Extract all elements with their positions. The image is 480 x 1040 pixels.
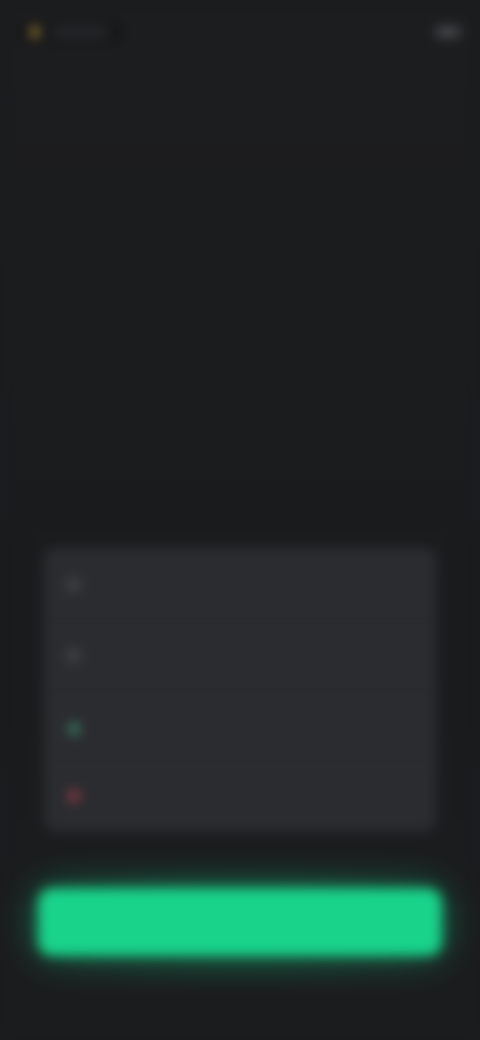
screen: ◎ ◎ ▲ ▼	[0, 0, 480, 1040]
header	[20, 10, 460, 54]
summary-row: ◎	[44, 619, 436, 690]
up-icon: ▲	[67, 715, 81, 735]
brand-name	[50, 27, 110, 37]
brand[interactable]	[20, 23, 120, 41]
summary-row: ◎	[44, 548, 436, 619]
summary-card: ◎ ◎ ▲ ▼	[44, 548, 436, 832]
info-icon: ◎	[67, 573, 81, 593]
logo-icon	[30, 27, 40, 37]
down-icon: ▼	[67, 787, 81, 806]
summary-row: ▼	[44, 761, 436, 832]
summary-row: ▲	[44, 690, 436, 761]
primary-cta-button[interactable]	[38, 888, 442, 956]
header-link[interactable]	[436, 28, 460, 36]
info-icon: ◎	[67, 644, 81, 664]
